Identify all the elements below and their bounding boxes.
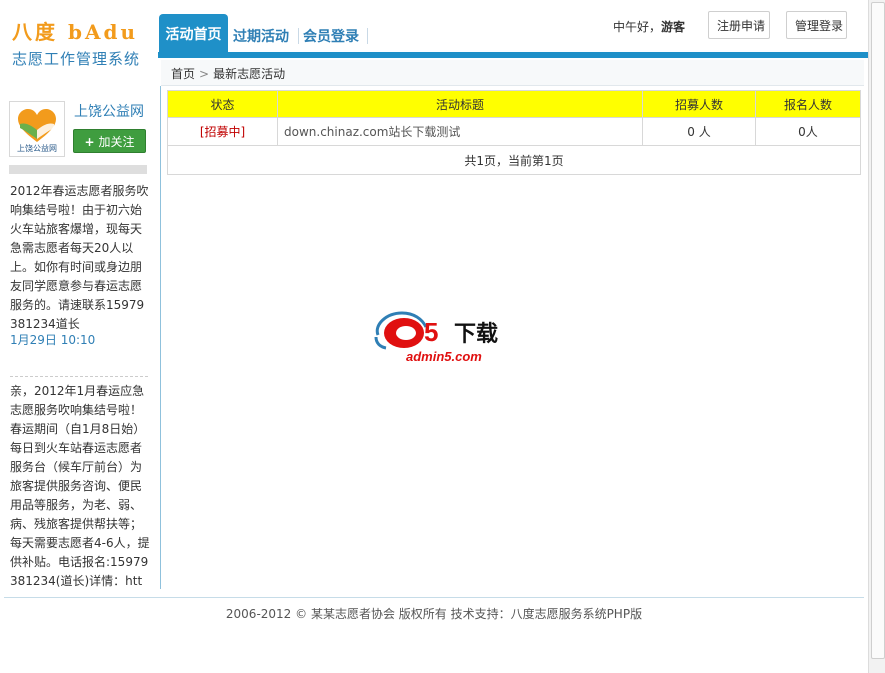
register-button[interactable]: 注册申请 xyxy=(708,11,770,39)
watermark-brand-text: 下载 xyxy=(454,321,498,347)
breadcrumb-current: 最新志愿活动 xyxy=(213,67,286,81)
greeting-prefix: 中午好， xyxy=(613,20,662,34)
nav-bar-strip xyxy=(158,52,868,58)
follow-label: 加关注 xyxy=(98,135,135,149)
footer-divider xyxy=(4,597,864,598)
activity-title-link[interactable]: down.chinaz.com站长下载测试 xyxy=(277,117,643,146)
logo-title: 八度 bAdu xyxy=(12,20,138,44)
nav-divider xyxy=(367,28,368,44)
signed-count: 0人 xyxy=(755,117,861,146)
activity-table: 状态 活动标题 招募人数 报名人数 [招募中] down.chinaz.com站… xyxy=(167,90,861,175)
sidebar: 上饶公益网 上饶公益网 + 加关注 2012年春运志愿者服务吹响集结号啦！由于初六… xyxy=(0,86,161,589)
pager-row: 共1页，当前第1页 xyxy=(167,145,861,175)
greeting-text: 中午好，游客 xyxy=(613,18,685,35)
nav-divider xyxy=(298,28,299,44)
admin-login-button[interactable]: 管理登录 xyxy=(786,11,847,39)
column-header-title: 活动标题 xyxy=(277,90,643,118)
watermark-logo: 5 下载 admin5.com xyxy=(372,307,512,367)
avatar[interactable]: 上饶公益网 xyxy=(9,101,65,157)
org-name-link[interactable]: 上饶公益网 xyxy=(74,101,144,121)
breadcrumb-home-link[interactable]: 首页 xyxy=(171,67,195,81)
svg-text:5: 5 xyxy=(424,317,438,347)
weibo-post-time[interactable]: 1月29日 10:10 xyxy=(10,331,95,348)
avatar-caption: 上饶公益网 xyxy=(17,144,57,153)
footer-copyright: 2006-2012 © 某某志愿者协会 版权所有 技术支持：八度志愿服务系统PH… xyxy=(225,607,643,621)
column-header-recruit: 招募人数 xyxy=(642,90,756,118)
column-header-status: 状态 xyxy=(167,90,278,118)
weibo-post-text: 亲，2012年1月春运应急志愿服务吹响集结号啦！春运期间（自1月8日始）每日到火… xyxy=(10,384,150,588)
status-badge: [招募中] xyxy=(167,117,278,146)
tab-activity-home[interactable]: 活动首页 xyxy=(159,14,228,52)
column-header-signed: 报名人数 xyxy=(755,90,861,118)
sidebar-divider xyxy=(9,165,147,174)
tab-member-login[interactable]: 会员登录 xyxy=(303,22,359,52)
logo[interactable]: 八度 bAdu 志愿工作管理系统 xyxy=(0,0,155,80)
breadcrumb: 首页 > 最新志愿活动 xyxy=(161,60,864,86)
a5-watermark-icon: 5 下载 admin5.com xyxy=(374,311,498,364)
follow-button[interactable]: + 加关注 xyxy=(73,129,146,153)
pager-text: 共1页，当前第1页 xyxy=(167,145,861,175)
vertical-scrollbar[interactable] xyxy=(868,0,885,673)
logo-subtitle: 志愿工作管理系统 xyxy=(12,50,141,68)
watermark-domain: admin5.com xyxy=(406,349,482,364)
greeting-user: 游客 xyxy=(661,20,686,34)
post-divider xyxy=(10,376,148,377)
tab-past-activities[interactable]: 过期活动 xyxy=(233,22,289,52)
table-row[interactable]: [招募中] down.chinaz.com站长下载测试 0 人 0人 xyxy=(167,117,861,146)
plus-icon: + xyxy=(84,135,95,149)
breadcrumb-separator: > xyxy=(199,67,210,81)
weibo-post-text: 2012年春运志愿者服务吹响集结号啦！由于初六始火车站旅客爆增，现每天急需志愿者… xyxy=(10,184,149,331)
table-header-row: 状态 活动标题 招募人数 报名人数 xyxy=(167,90,861,118)
scrollbar-thumb[interactable] xyxy=(871,2,885,659)
recruit-count: 0 人 xyxy=(642,117,756,146)
